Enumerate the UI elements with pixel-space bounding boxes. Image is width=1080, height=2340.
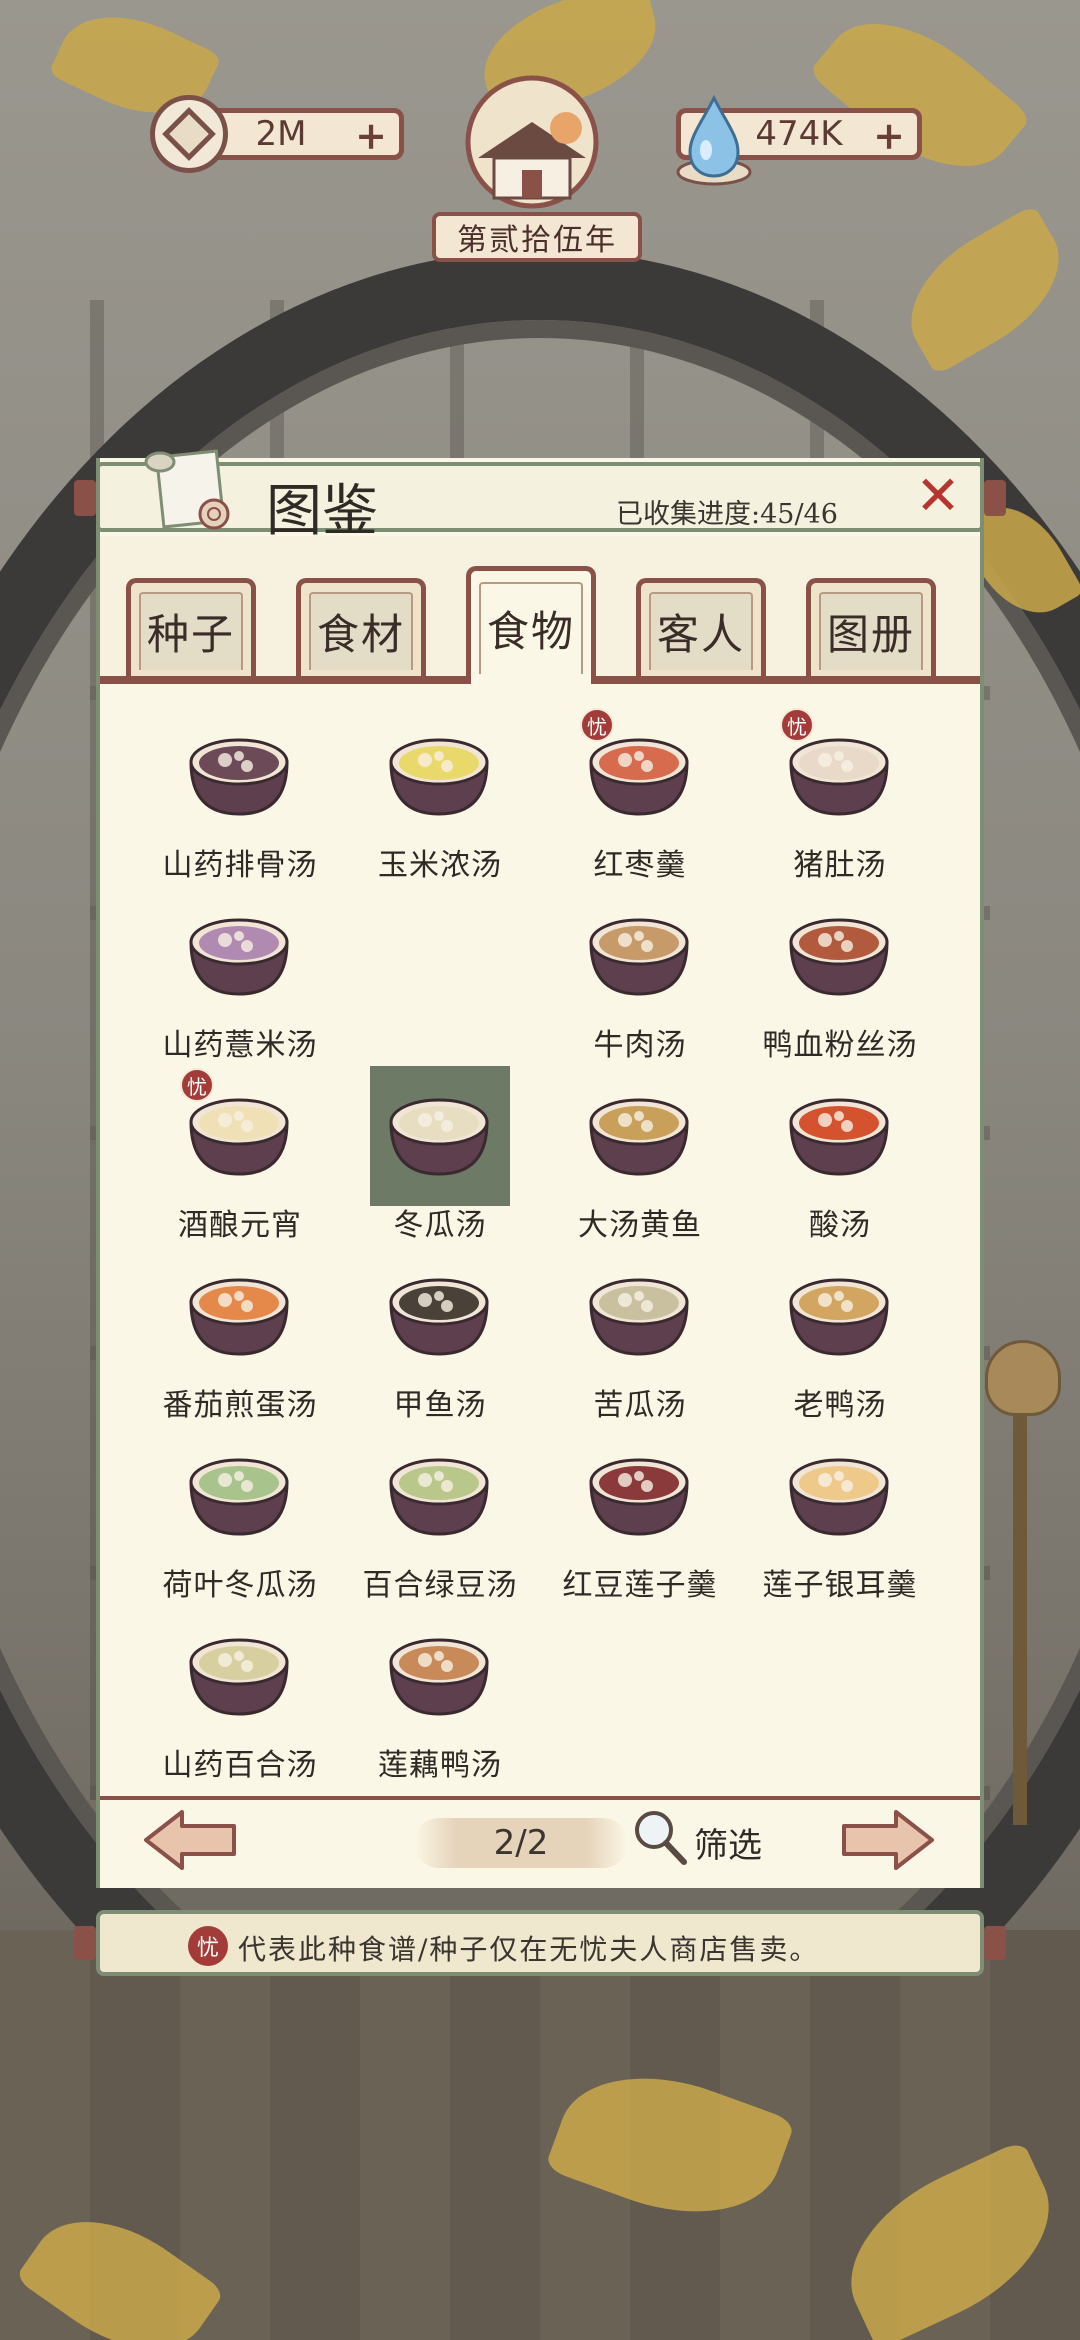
gems-value: 474K <box>755 114 843 154</box>
dish-item[interactable]: 玉米浓汤 <box>340 700 540 883</box>
dish-item[interactable]: 红豆莲子羹 <box>540 1420 740 1603</box>
prev-page-arrow-icon[interactable] <box>142 1808 238 1872</box>
lotus-lamp <box>985 1340 1061 1416</box>
worry-free-badge-icon: 忧 <box>188 1926 228 1966</box>
ginkgo-leaf <box>808 0 1032 202</box>
tab-label: 食材 <box>309 591 413 670</box>
soup-bowl-icon <box>789 1098 889 1176</box>
tab-4[interactable]: 图册 <box>806 578 936 678</box>
soup-bowl-icon <box>589 1458 689 1536</box>
dish-item[interactable]: 苦瓜汤 <box>540 1240 740 1423</box>
dish-item[interactable]: 冬瓜汤 <box>340 1060 540 1243</box>
dish-item[interactable]: 忧红枣羹 <box>540 700 740 883</box>
soup-bowl-icon <box>389 738 489 816</box>
dish-item[interactable]: 老鸭汤 <box>740 1240 940 1423</box>
house-emblem-icon <box>465 75 599 209</box>
magnifier-icon[interactable] <box>628 1806 690 1868</box>
dish-item[interactable]: 番茄煎蛋汤 <box>140 1240 340 1423</box>
soup-bowl-icon <box>589 1098 689 1176</box>
dish-name: 老鸭汤 <box>793 1388 887 1423</box>
dish-item[interactable]: 百合绿豆汤 <box>340 1420 540 1603</box>
coin-icon <box>150 95 228 173</box>
dish-name: 莲藕鸭汤 <box>378 1748 502 1783</box>
coins-value: 2M <box>255 114 307 154</box>
dish-item[interactable]: 甲鱼汤 <box>340 1240 540 1423</box>
tab-label: 种子 <box>139 591 243 670</box>
filter-button[interactable]: 筛选 <box>694 1818 762 1867</box>
tab-0[interactable]: 种子 <box>126 578 256 678</box>
dish-name: 莲子银耳羹 <box>762 1568 918 1603</box>
water-drop-icon <box>676 94 752 186</box>
add-coins-button[interactable]: + <box>355 117 387 155</box>
dish-item[interactable]: 山药薏米汤 <box>140 880 340 1063</box>
soup-bowl-icon <box>189 1458 289 1536</box>
dish-item[interactable]: 莲藕鸭汤 <box>340 1600 540 1783</box>
dish-name: 鸭血粉丝汤 <box>762 1028 918 1063</box>
next-page-arrow-icon[interactable] <box>840 1808 936 1872</box>
worry-free-badge-icon: 忧 <box>780 708 814 742</box>
dish-item[interactable]: 鸭血粉丝汤 <box>740 880 940 1063</box>
close-icon[interactable]: ✕ <box>912 469 964 523</box>
dish-item[interactable]: 大汤黄鱼 <box>540 1060 740 1243</box>
soup-bowl-icon <box>389 1278 489 1356</box>
panel-title: 图鉴 <box>266 479 378 544</box>
soup-bowl-icon <box>389 1458 489 1536</box>
soup-bowl-icon <box>389 1638 489 1716</box>
footer-note: 代表此种食谱/种子仅在无忧夫人商店售卖。 <box>238 1933 820 1966</box>
dish-item[interactable]: 山药排骨汤 <box>140 700 340 883</box>
dish-item[interactable]: 荷叶冬瓜汤 <box>140 1420 340 1603</box>
soup-bowl-icon <box>789 918 889 996</box>
worry-free-badge-icon: 忧 <box>180 1068 214 1102</box>
page-indicator: 2/2 <box>414 1818 628 1868</box>
tab-1[interactable]: 食材 <box>296 578 426 678</box>
dish-item[interactable]: 山药百合汤 <box>140 1600 340 1783</box>
soup-bowl-icon <box>789 1458 889 1536</box>
soup-bowl-icon <box>789 1278 889 1356</box>
add-gems-button[interactable]: + <box>873 117 905 155</box>
soup-bowl-icon <box>589 1278 689 1356</box>
dish-item[interactable]: 牛肉汤 <box>540 880 740 1063</box>
collection-progress: 已收集进度:45/46 <box>616 499 838 530</box>
dish-name: 猪肚汤 <box>793 848 887 883</box>
soup-bowl-icon <box>189 1638 289 1716</box>
dish-item[interactable]: 酸汤 <box>740 1060 940 1243</box>
dish-grid: 山药排骨汤 玉米浓汤忧红枣羹忧猪肚汤 山药薏米汤 牛肉汤 鸭血粉丝汤忧酒酿元宵 冬瓜汤 大汤… <box>100 700 980 1790</box>
worry-free-badge-icon: 忧 <box>580 708 614 742</box>
dish-name: 酸汤 <box>809 1208 871 1243</box>
grid-separator <box>100 1796 980 1800</box>
tab-label: 图册 <box>819 591 923 670</box>
scroll-icon <box>144 449 230 530</box>
dish-item[interactable]: 莲子银耳羹 <box>740 1420 940 1603</box>
soup-bowl-icon <box>189 1278 289 1356</box>
dish-name: 山药薏米汤 <box>162 1028 318 1063</box>
lotus-lamp-pole <box>1013 1405 1027 1825</box>
tab-label: 客人 <box>649 591 753 670</box>
tab-2[interactable]: 食物 <box>466 566 596 684</box>
soup-bowl-icon <box>189 918 289 996</box>
tab-label: 食物 <box>479 581 583 674</box>
dish-item[interactable]: 忧酒酿元宵 <box>140 1060 340 1243</box>
soup-bowl-icon <box>389 1098 489 1176</box>
soup-bowl-icon <box>589 918 689 996</box>
year-banner: 第贰拾伍年 <box>432 212 642 262</box>
dish-item[interactable]: 忧猪肚汤 <box>740 700 940 883</box>
soup-bowl-icon <box>189 738 289 816</box>
tab-3[interactable]: 客人 <box>636 578 766 678</box>
